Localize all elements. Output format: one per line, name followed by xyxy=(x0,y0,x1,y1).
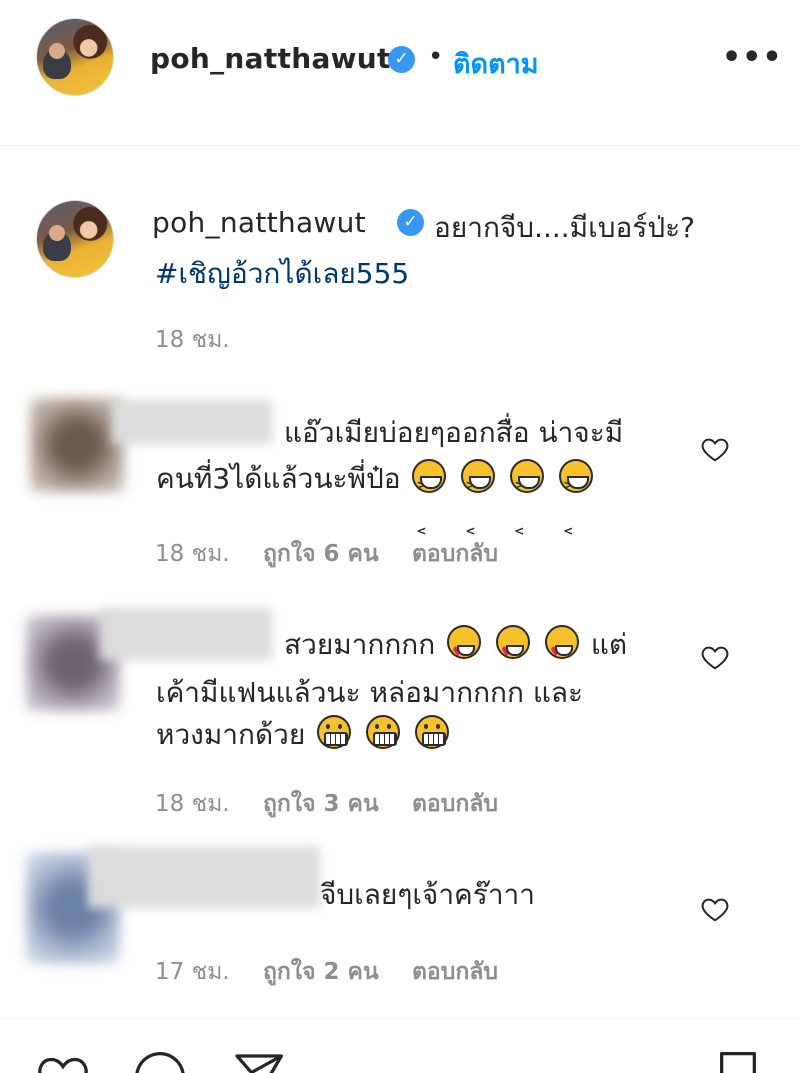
heart-outline-icon[interactable] xyxy=(700,642,730,672)
heart-eyes-emoji-icon xyxy=(544,625,579,676)
comment-likes[interactable]: ถูกใจ 3 คน xyxy=(263,791,379,817)
comment-line: คนที่3ได้แล้วนะพี่ป๋อ xyxy=(156,462,401,495)
heart-outline-icon[interactable] xyxy=(700,434,730,464)
comment-line: สวยมากกกก xyxy=(284,628,436,661)
commenter-avatar[interactable] xyxy=(30,398,124,492)
comment-line: จีบเลยๆเจ้าคร๊าาา xyxy=(320,878,535,911)
more-options-icon[interactable]: ••• xyxy=(722,40,783,75)
caption-username[interactable]: poh_natthawut xyxy=(152,206,366,239)
grinning-emoji-icon xyxy=(366,715,401,749)
grinning-emoji-icon xyxy=(415,715,450,749)
comment-meta: 18 ชม. ถูกใจ 6 คน ตอบกลับ xyxy=(155,536,524,572)
laughing-emoji-icon xyxy=(412,459,447,554)
commenter-username-blurred[interactable] xyxy=(112,400,272,444)
commenter-username-blurred[interactable] xyxy=(88,846,320,908)
follow-button[interactable]: ติดตาม xyxy=(453,42,539,85)
laughing-emoji-icon xyxy=(559,459,594,554)
commenter-username-blurred[interactable] xyxy=(100,608,272,660)
comment-meta: 17 ชม. ถูกใจ 2 คน ตอบกลับ xyxy=(155,954,524,990)
heart-eyes-emoji-icon xyxy=(447,625,482,676)
comment-text: สวยมากกกก แต่ xyxy=(284,622,704,676)
comment-line-tail: แต่ xyxy=(590,628,628,661)
paper-plane-icon[interactable] xyxy=(228,1049,288,1073)
caption-author-avatar[interactable] xyxy=(36,200,114,278)
verified-badge-icon: ✓ xyxy=(397,209,424,236)
verified-badge-icon: ✓ xyxy=(388,46,415,73)
heart-outline-icon[interactable] xyxy=(700,894,730,924)
comment-text-line2: เค้ามีแฟนแล้วนะ หล่อมากกกก และ xyxy=(156,670,696,716)
comment-line: แอ๊วเมียบ่อยๆออกสื่อ น่าจะมี xyxy=(284,416,624,449)
post-header: poh_natthawut ✓ • ติดตาม ••• xyxy=(0,0,800,146)
separator-dot: • xyxy=(428,42,444,72)
comment-text: จีบเลยๆเจ้าคร๊าาา xyxy=(320,872,700,918)
laughing-emoji-icon xyxy=(510,459,545,554)
reply-button[interactable]: ตอบกลับ xyxy=(412,791,498,817)
comment-text: แอ๊วเมียบ่อยๆออกสื่อ น่าจะมี xyxy=(284,410,694,456)
comment-line: หวงมากด้วย xyxy=(156,718,306,751)
comment-time[interactable]: 18 ชม. xyxy=(155,541,230,567)
comment-line: เค้ามีแฟนแล้วนะ หล่อมากกกก และ xyxy=(156,676,584,709)
author-username[interactable]: poh_natthawut xyxy=(150,42,391,75)
like-heart-icon[interactable] xyxy=(32,1049,94,1073)
post-timestamp[interactable]: 18 ชม. xyxy=(155,322,230,358)
comment-time[interactable]: 17 ชม. xyxy=(155,959,230,985)
post-action-bar xyxy=(0,1018,800,1073)
comment-time[interactable]: 18 ชม. xyxy=(155,791,230,817)
reply-button[interactable]: ตอบกลับ xyxy=(412,541,498,567)
laughing-emoji-icon xyxy=(461,459,496,554)
comment-meta: 18 ชม. ถูกใจ 3 คน ตอบกลับ xyxy=(155,786,524,822)
comment-bubble-icon[interactable] xyxy=(130,1049,190,1073)
author-avatar[interactable] xyxy=(36,18,114,96)
comment-text-line3: หวงมากด้วย xyxy=(156,712,696,758)
grinning-emoji-icon xyxy=(317,715,352,749)
heart-eyes-emoji-icon xyxy=(496,625,531,676)
bookmark-icon[interactable] xyxy=(710,1049,766,1073)
hashtag-link[interactable]: #เชิญอ้วกได้เลย555 xyxy=(155,252,409,296)
caption-text: อยากจีบ....มีเบอร์ป่ะ? xyxy=(434,211,696,244)
reply-button[interactable]: ตอบกลับ xyxy=(412,959,498,985)
comment-likes[interactable]: ถูกใจ 2 คน xyxy=(263,959,379,985)
comment-likes[interactable]: ถูกใจ 6 คน xyxy=(263,541,379,567)
comment-text-line2: คนที่3ได้แล้วนะพี่ป๋อ xyxy=(156,456,696,554)
